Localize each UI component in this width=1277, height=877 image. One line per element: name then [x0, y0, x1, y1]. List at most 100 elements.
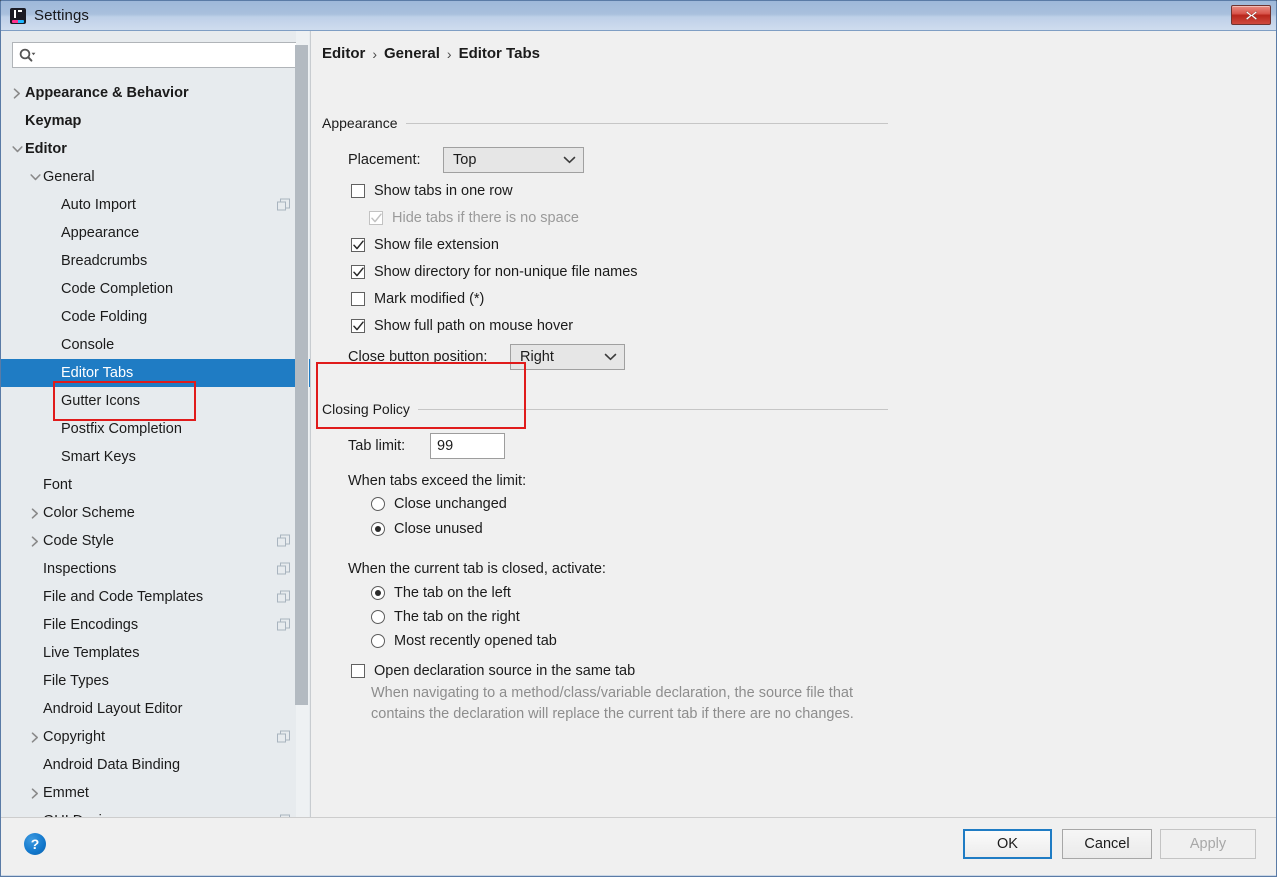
when-tab-closed-label: When the current tab is closed, activate… — [348, 561, 606, 577]
sidebar-scrollbar-thumb[interactable] — [295, 45, 308, 705]
radio-tab-on-right[interactable]: The tab on the right — [371, 609, 520, 625]
chevron-right-icon[interactable] — [27, 527, 43, 555]
radio-most-recently-opened[interactable]: Most recently opened tab — [371, 633, 557, 649]
chevron-right-icon[interactable] — [27, 499, 43, 527]
sidebar-item-code-completion[interactable]: Code Completion — [1, 275, 310, 303]
checkbox-show-tabs-one-row[interactable]: Show tabs in one row — [351, 183, 513, 199]
checkbox-open-declaration-same-tab[interactable]: Open declaration source in the same tab — [351, 663, 635, 679]
sidebar-item-smart-keys[interactable]: Smart Keys — [1, 443, 310, 471]
search-input[interactable] — [40, 46, 290, 64]
open-declaration-description: When navigating to a method/class/variab… — [371, 685, 854, 722]
appearance-group-title: Appearance — [322, 115, 398, 131]
sidebar-item-emmet[interactable]: Emmet — [1, 779, 310, 807]
sidebar-item-label: Code Style — [43, 533, 114, 549]
chevron-right-icon[interactable] — [27, 723, 43, 751]
placement-dropdown[interactable]: Top — [443, 147, 584, 173]
ok-button[interactable]: OK — [963, 829, 1052, 859]
apply-button: Apply — [1160, 829, 1256, 859]
tab-limit-input[interactable] — [430, 433, 505, 459]
closing-policy-group-title: Closing Policy — [322, 401, 410, 417]
placement-label: Placement: — [348, 152, 421, 168]
sidebar-item-label: Android Layout Editor — [43, 701, 183, 717]
sidebar-item-code-folding[interactable]: Code Folding — [1, 303, 310, 331]
breadcrumb: Editor › General › Editor Tabs — [322, 45, 540, 62]
cancel-button[interactable]: Cancel — [1062, 829, 1152, 859]
checkbox-box — [351, 664, 365, 678]
sidebar-item-label: Breadcrumbs — [61, 253, 148, 269]
radio-label: The tab on the right — [394, 609, 520, 625]
checkbox-label: Open declaration source in the same tab — [374, 663, 636, 679]
sidebar-item-postfix-completion[interactable]: Postfix Completion — [1, 415, 310, 443]
sidebar-item-editor-tabs[interactable]: Editor Tabs — [1, 359, 310, 387]
sidebar-item-appearance-behavior[interactable]: Appearance & Behavior — [1, 79, 310, 107]
sidebar-item-breadcrumbs[interactable]: Breadcrumbs — [1, 247, 310, 275]
checkbox-show-full-path-hover[interactable]: Show full path on mouse hover — [351, 318, 573, 334]
sidebar-item-font[interactable]: Font — [1, 471, 310, 499]
closing-policy-group-header: Closing Policy — [322, 401, 888, 417]
sidebar-item-android-layout-editor[interactable]: Android Layout Editor — [1, 695, 310, 723]
sidebar-item-console[interactable]: Console — [1, 331, 310, 359]
sidebar-item-keymap[interactable]: Keymap — [1, 107, 310, 135]
checkbox-box — [369, 211, 383, 225]
close-icon[interactable] — [1231, 5, 1271, 25]
checkbox-hide-tabs-no-space: Hide tabs if there is no space — [369, 210, 579, 226]
search-box[interactable] — [12, 42, 303, 68]
sidebar-item-color-scheme[interactable]: Color Scheme — [1, 499, 310, 527]
chevron-right-icon[interactable] — [27, 779, 43, 807]
breadcrumb-separator: › — [372, 45, 378, 62]
sidebar-item-label: Appearance — [61, 225, 140, 241]
sidebar-item-label: File and Code Templates — [43, 589, 204, 605]
sidebar-item-label: Code Folding — [61, 309, 148, 325]
breadcrumb-item-general[interactable]: General — [384, 45, 440, 62]
sidebar-item-label: Editor Tabs — [61, 365, 134, 381]
radio-label: Close unchanged — [394, 496, 507, 512]
checkbox-box — [351, 184, 365, 198]
help-icon[interactable]: ? — [24, 833, 46, 855]
sidebar-item-file-encodings[interactable]: File Encodings — [1, 611, 310, 639]
settings-tree[interactable]: Appearance & Behavior Keymap Editor General… — [1, 79, 310, 849]
sidebar-item-live-templates[interactable]: Live Templates — [1, 639, 310, 667]
radio-close-unused[interactable]: Close unused — [371, 521, 483, 537]
sidebar-item-label: Color Scheme — [43, 505, 135, 521]
sidebar-item-auto-import[interactable]: Auto Import — [1, 191, 310, 219]
title-bar: Settings — [1, 1, 1276, 31]
group-separator-line — [405, 122, 888, 124]
sidebar-item-label: Inspections — [43, 561, 117, 577]
chevron-down-icon[interactable] — [27, 163, 43, 191]
breadcrumb-item-editor[interactable]: Editor — [322, 45, 365, 62]
sidebar-item-gutter-icons[interactable]: Gutter Icons — [1, 387, 310, 415]
checkbox-show-file-extension[interactable]: Show file extension — [351, 237, 499, 253]
radio-close-unchanged[interactable]: Close unchanged — [371, 496, 507, 512]
sidebar-item-file-and-code-templates[interactable]: File and Code Templates — [1, 583, 310, 611]
chevron-right-icon[interactable] — [9, 79, 25, 107]
placement-value: Top — [453, 152, 477, 168]
checkbox-mark-modified[interactable]: Mark modified (*) — [351, 291, 484, 307]
sidebar-item-editor[interactable]: Editor — [1, 135, 310, 163]
sidebar-item-android-data-binding[interactable]: Android Data Binding — [1, 751, 310, 779]
sidebar-item-general[interactable]: General — [1, 163, 310, 191]
sidebar-scrollbar-track[interactable] — [295, 31, 309, 817]
close-button-position-dropdown[interactable]: Right — [510, 344, 625, 370]
sidebar-item-label: Android Data Binding — [43, 757, 181, 773]
sidebar-item-label: Code Completion — [61, 281, 174, 297]
when-tabs-exceed-label: When tabs exceed the limit: — [348, 473, 527, 489]
radio-tab-on-left[interactable]: The tab on the left — [371, 585, 511, 601]
chevron-down-icon[interactable] — [9, 135, 25, 163]
sidebar-item-copyright[interactable]: Copyright — [1, 723, 310, 751]
sidebar-item-inspections[interactable]: Inspections — [1, 555, 310, 583]
sidebar-item-appearance[interactable]: Appearance — [1, 219, 310, 247]
chevron-down-icon — [604, 353, 617, 361]
sidebar-item-label: Smart Keys — [61, 449, 136, 465]
checkbox-show-directory-non-unique[interactable]: Show directory for non-unique file names — [351, 264, 638, 280]
sidebar-item-file-types[interactable]: File Types — [1, 667, 310, 695]
dialog-body: Appearance & Behavior Keymap Editor General… — [1, 31, 1276, 829]
sidebar-item-code-style[interactable]: Code Style — [1, 527, 310, 555]
sidebar-item-label: Appearance & Behavior — [25, 85, 189, 101]
